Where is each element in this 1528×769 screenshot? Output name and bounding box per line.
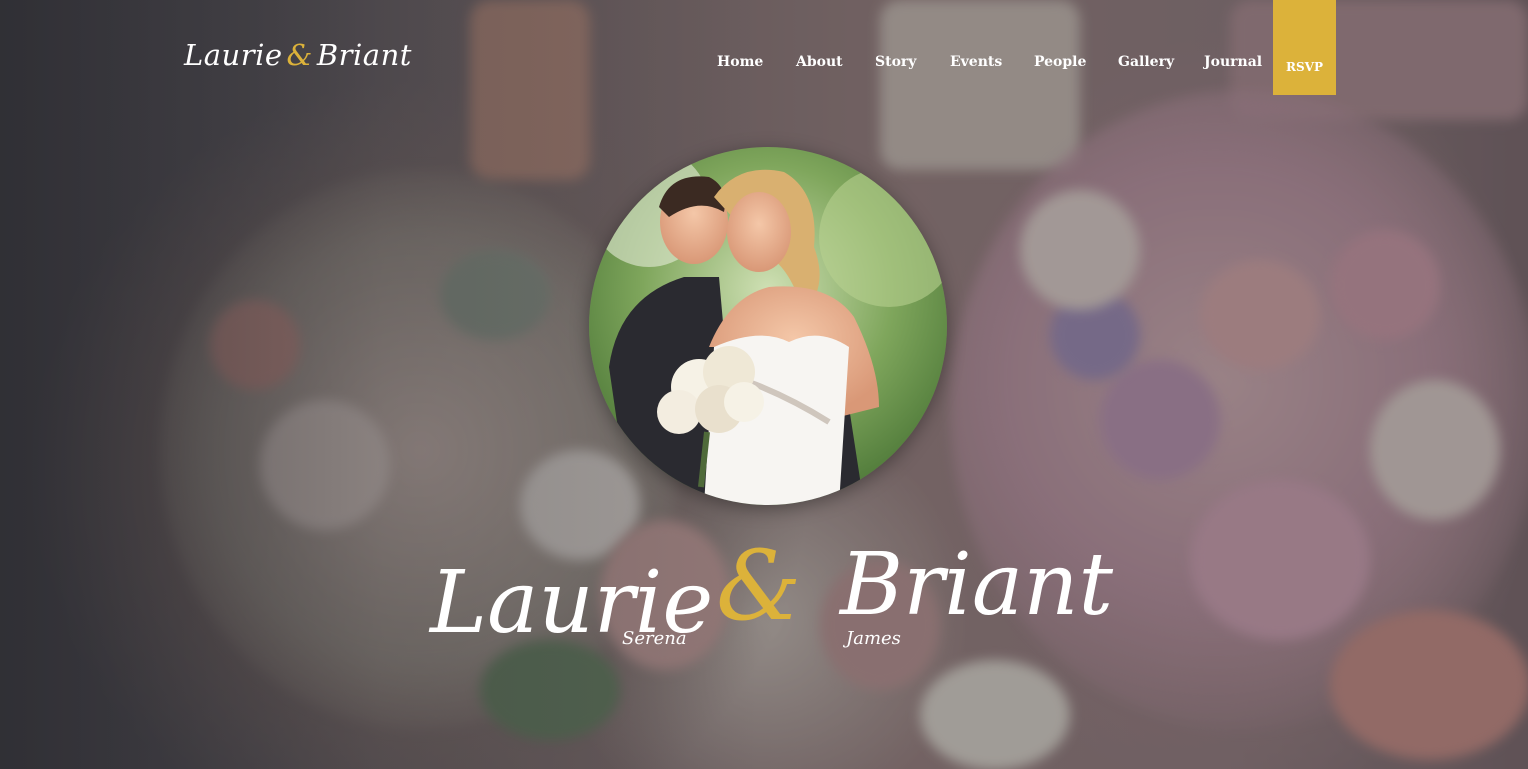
nav-gallery[interactable]: Gallery xyxy=(1118,50,1174,74)
logo-second-name: Briant xyxy=(316,38,412,72)
couple-photo-illustration xyxy=(589,147,947,505)
couple-portrait xyxy=(589,147,947,505)
nav-people[interactable]: People xyxy=(1034,50,1086,74)
nav-about[interactable]: About xyxy=(796,50,843,74)
nav-home[interactable]: Home xyxy=(717,50,763,74)
hero-names: Laurie & Briant Serena James xyxy=(430,520,1130,690)
names-ampersand: & xyxy=(716,530,802,642)
site-logo[interactable]: Laurie & Briant xyxy=(184,38,412,72)
groom-middle-name: James xyxy=(846,628,901,649)
logo-first-name: Laurie xyxy=(184,38,283,72)
site-header: Laurie & Briant Home About Story Events Pe… xyxy=(0,0,1528,110)
groom-name: Briant xyxy=(840,535,1114,635)
rsvp-button[interactable]: RSVP xyxy=(1273,0,1336,95)
logo-ampersand: & xyxy=(286,38,313,72)
nav-events[interactable]: Events xyxy=(950,50,1002,74)
nav-story[interactable]: Story xyxy=(875,50,916,74)
bride-middle-name: Serena xyxy=(622,628,687,649)
nav-journal[interactable]: Journal xyxy=(1204,50,1262,74)
